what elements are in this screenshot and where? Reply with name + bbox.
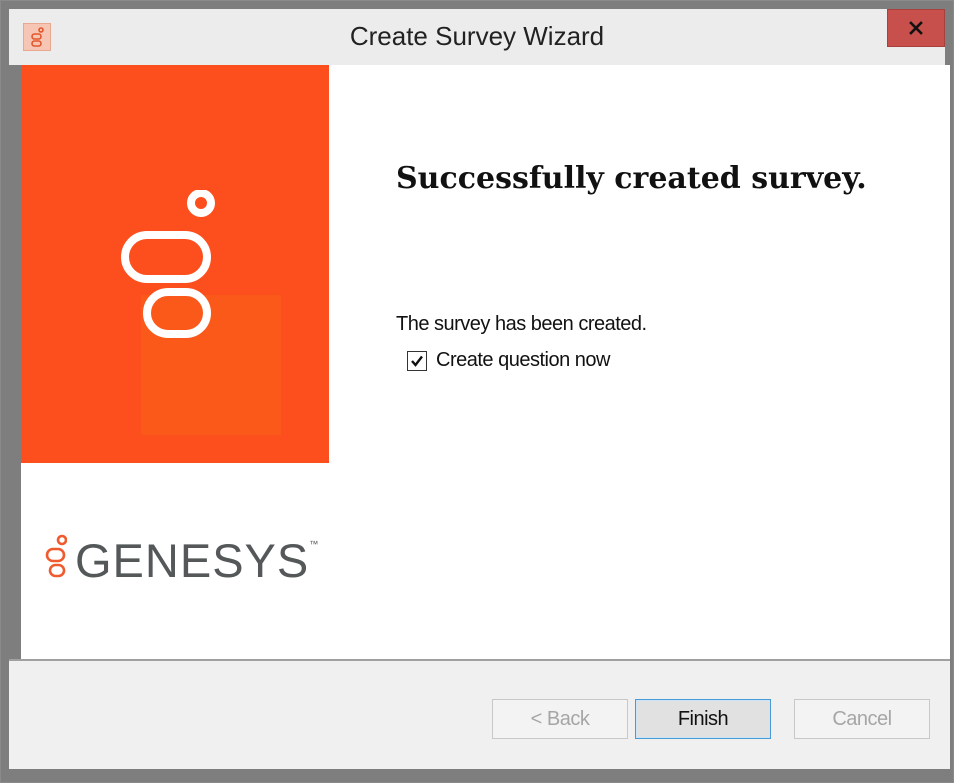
create-question-checkbox[interactable] [407, 350, 427, 371]
finish-button[interactable]: Finish [635, 699, 771, 739]
checkmark-icon [411, 355, 423, 367]
brand-panel [21, 65, 329, 463]
cancel-button[interactable]: Cancel [794, 699, 930, 739]
window-bottom-border [9, 769, 950, 776]
back-button[interactable]: < Back [492, 699, 628, 739]
genesys-wordmark: GENESYS™ [75, 533, 319, 588]
wizard-footer: < Back Finish Cancel [9, 661, 950, 769]
wizard-window: Create Survey Wizard GENESYS™ Successful… [0, 0, 954, 783]
genesys-small-logo-icon [45, 534, 67, 578]
wizard-content: GENESYS™ Successfully created survey. Th… [21, 65, 950, 659]
trademark-symbol: ™ [309, 538, 320, 549]
genesys-wordmark-text: GENESYS [75, 533, 310, 587]
close-button[interactable] [887, 9, 945, 47]
create-question-checkbox-row[interactable]: Create question now [407, 349, 610, 372]
status-message: The survey has been created. [396, 313, 647, 335]
genesys-wordmark-logo: GENESYS™ [45, 533, 319, 587]
genesys-logo-icon [121, 190, 215, 338]
title-bar[interactable]: Create Survey Wizard [9, 9, 945, 65]
close-icon [909, 21, 923, 35]
create-question-label[interactable]: Create question now [436, 349, 610, 372]
window-title: Create Survey Wizard [349, 21, 605, 51]
page-heading: Successfully created survey. [396, 161, 867, 196]
